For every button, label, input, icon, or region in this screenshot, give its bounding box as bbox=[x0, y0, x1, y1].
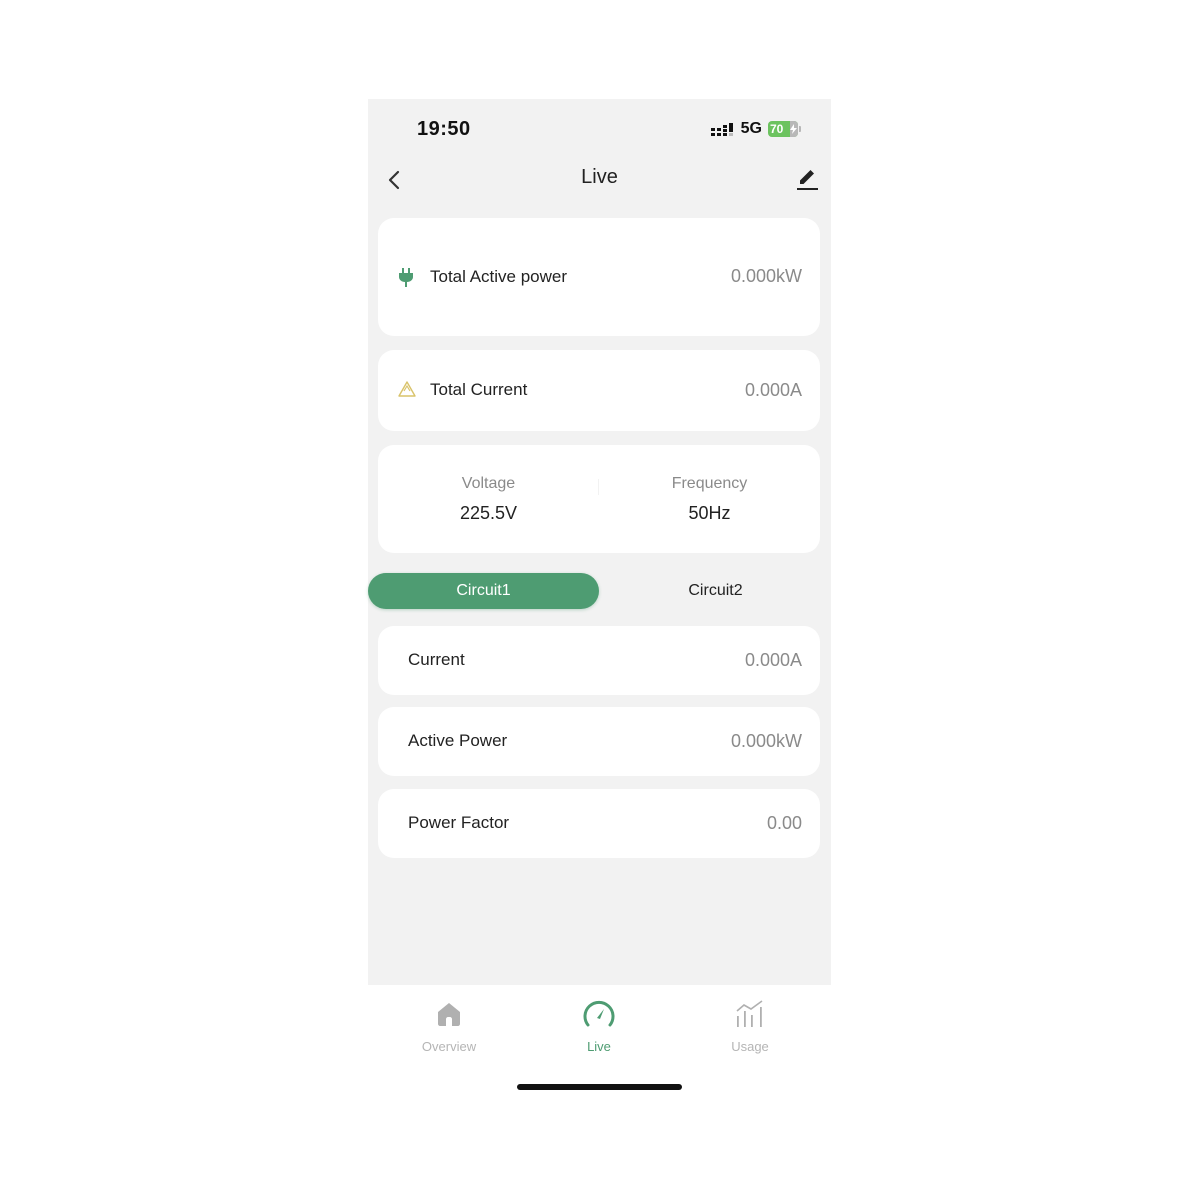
frequency-block: Frequency 50Hz bbox=[599, 445, 820, 553]
circuit-tabs: Circuit1 Circuit2 bbox=[368, 573, 831, 611]
voltage-label: Voltage bbox=[461, 475, 516, 492]
circuit-power-factor-label: Power Factor bbox=[408, 813, 510, 832]
plug-icon bbox=[398, 268, 414, 287]
circuit-active-power-value: 0.000kW bbox=[730, 731, 802, 751]
speedometer-icon bbox=[539, 997, 659, 1031]
edit-button[interactable] bbox=[795, 165, 819, 193]
bottom-nav: Overview Live Usage bbox=[368, 985, 831, 1100]
circuit-active-power-label: Active Power bbox=[408, 731, 508, 750]
phone-frame: 19:50 5G 70 Live Total Active power 0.00… bbox=[368, 99, 831, 1100]
pencil-icon bbox=[797, 170, 818, 190]
nav-overview[interactable]: Overview bbox=[389, 997, 509, 1054]
total-active-power-label: Total Active power bbox=[430, 267, 568, 286]
recycle-triangle-icon bbox=[398, 381, 416, 399]
nav-bar: Live bbox=[368, 159, 831, 215]
nav-overview-label: Overview bbox=[421, 1039, 477, 1054]
status-time: 19:50 bbox=[417, 118, 471, 140]
frequency-value: 50Hz bbox=[688, 503, 731, 523]
total-current-value: 0.000A bbox=[744, 380, 802, 400]
circuit-power-factor-value: 0.00 bbox=[766, 813, 802, 833]
home-icon bbox=[389, 997, 509, 1031]
network-type: 5G bbox=[740, 120, 762, 137]
battery-percent: 70 bbox=[770, 122, 784, 136]
voltage-value: 225.5V bbox=[459, 503, 518, 523]
status-right: 5G 70 bbox=[710, 120, 801, 138]
nav-usage[interactable]: Usage bbox=[690, 997, 810, 1054]
battery-icon: 70 bbox=[768, 121, 801, 137]
screen: 19:50 5G 70 Live Total Active power 0.00… bbox=[368, 99, 831, 985]
circuit-current-value: 0.000A bbox=[744, 650, 802, 670]
total-active-power-card[interactable]: Total Active power 0.000kW bbox=[378, 218, 820, 336]
nav-usage-label: Usage bbox=[731, 1039, 769, 1054]
circuit-current-row: Current 0.000A bbox=[378, 626, 820, 695]
signal-icon bbox=[710, 121, 735, 137]
tab-circuit2[interactable]: Circuit2 bbox=[600, 573, 831, 609]
frequency-label: Frequency bbox=[671, 475, 748, 492]
circuit-power-factor-row: Power Factor 0.00 bbox=[378, 789, 820, 858]
tab-circuit1[interactable]: Circuit1 bbox=[368, 573, 599, 609]
chart-icon bbox=[690, 997, 810, 1031]
total-current-card[interactable]: Total Current 0.000A bbox=[378, 350, 820, 431]
page-title: Live bbox=[581, 166, 618, 188]
total-active-power-value: 0.000kW bbox=[730, 266, 802, 286]
voltage-frequency-card: Voltage 225.5V Frequency 50Hz bbox=[378, 445, 820, 553]
home-indicator[interactable] bbox=[517, 1084, 682, 1090]
circuit-current-label: Current bbox=[408, 650, 465, 669]
nav-live[interactable]: Live bbox=[539, 997, 659, 1054]
charging-bolt-icon bbox=[790, 124, 797, 134]
circuit-active-power-row: Active Power 0.000kW bbox=[378, 707, 820, 776]
nav-live-label: Live bbox=[587, 1039, 611, 1054]
total-current-label: Total Current bbox=[430, 380, 528, 399]
status-bar: 19:50 5G 70 bbox=[368, 99, 831, 159]
voltage-block: Voltage 225.5V bbox=[378, 445, 599, 553]
